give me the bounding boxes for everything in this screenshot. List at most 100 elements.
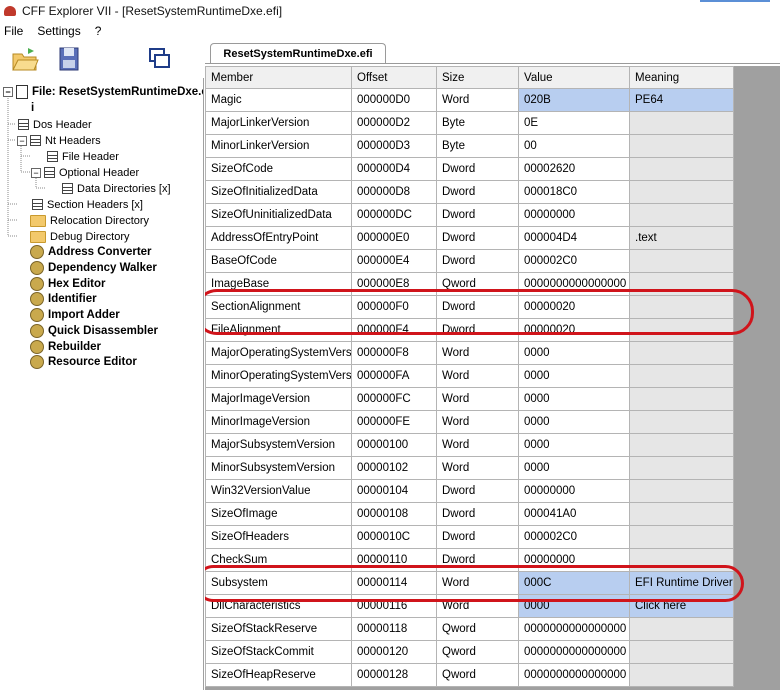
tree-item-section-headers[interactable]: Section Headers [x] — [18, 197, 143, 212]
tool-rebuilder[interactable]: Rebuilder — [30, 339, 101, 354]
table-row[interactable]: FileAlignment 000000F4 Dword 00000020 — [205, 318, 734, 342]
tree-item-nt-headers[interactable]: − Nt Headers — [3, 133, 101, 148]
tool-import-adder[interactable]: Import Adder — [30, 307, 120, 322]
value-cell[interactable]: 020B — [518, 88, 630, 112]
collapse-icon[interactable]: − — [17, 135, 27, 146]
tree-item-optional-header[interactable]: − Optional Header — [31, 165, 139, 180]
table-row[interactable]: Magic 000000D0 Word 020B PE64 — [205, 88, 734, 112]
value-cell[interactable]: 000041A0 — [518, 502, 630, 526]
table-row[interactable]: SizeOfInitializedData 000000D8 Dword 000018… — [205, 180, 734, 204]
value-cell[interactable]: 00 — [518, 134, 630, 158]
value-cell[interactable]: 0000 — [518, 594, 630, 618]
column-header-size[interactable]: Size — [436, 66, 519, 89]
size-cell: Word — [436, 364, 519, 388]
table-row[interactable]: ImageBase 000000E8 Qword 0000000000000000 — [205, 272, 734, 296]
value-cell[interactable]: 000002C0 — [518, 249, 630, 273]
tool-dependency-walker[interactable]: Dependency Walker — [30, 260, 157, 275]
size-cell: Word — [436, 341, 519, 365]
open-folder-icon[interactable] — [10, 44, 40, 74]
value-cell[interactable]: 0000000000000000 — [518, 617, 630, 641]
size-cell: Qword — [436, 663, 519, 687]
tree-item-data-directories[interactable]: Data Directories [x] — [62, 181, 171, 196]
tool-resource-editor[interactable]: Resource Editor — [30, 354, 137, 369]
table-row[interactable]: SizeOfHeapReserve 00000128 Qword 0000000000… — [205, 663, 734, 687]
value-cell[interactable]: 0000 — [518, 387, 630, 411]
tool-hex-editor[interactable]: Hex Editor — [30, 276, 106, 291]
collapse-icon[interactable]: − — [3, 86, 13, 97]
value-cell[interactable]: 0000000000000000 — [518, 663, 630, 687]
table-row[interactable]: MinorLinkerVersion 000000D3 Byte 00 — [205, 134, 734, 158]
header-icon — [62, 183, 73, 194]
value-cell[interactable]: 000002C0 — [518, 525, 630, 549]
value-cell[interactable]: 0000 — [518, 433, 630, 457]
table-row[interactable]: DllCharacteristics 00000116 Word 0000 Click … — [205, 594, 734, 618]
tool-identifier[interactable]: Identifier — [30, 291, 97, 306]
value-cell[interactable]: 0000000000000000 — [518, 272, 630, 296]
collapse-icon[interactable]: − — [31, 167, 41, 178]
table-row[interactable]: MinorImageVersion 000000FE Word 0000 — [205, 410, 734, 434]
column-header-value[interactable]: Value — [518, 66, 630, 89]
menu-file[interactable]: File — [4, 24, 23, 38]
value-cell[interactable]: 000004D4 — [518, 226, 630, 250]
table-row[interactable]: MinorSubsystemVersion 00000102 Word 0000 — [205, 456, 734, 480]
table-row[interactable]: SizeOfCode 000000D4 Dword 00002620 — [205, 157, 734, 181]
table-row[interactable]: SizeOfUninitializedData 000000DC Dword 0000… — [205, 203, 734, 227]
value-cell[interactable]: 00000020 — [518, 318, 630, 342]
menu-settings[interactable]: Settings — [37, 24, 80, 38]
tool-label: Identifier — [48, 292, 97, 305]
table-row[interactable]: MajorOperatingSystemVers... 000000F8 Word 0… — [205, 341, 734, 365]
tree-item-debug-directory[interactable]: Debug Directory — [30, 229, 129, 244]
value-cell[interactable]: 00000020 — [518, 295, 630, 319]
tree-item-relocation-directory[interactable]: Relocation Directory — [30, 213, 149, 228]
window-title: CFF Explorer VII - [ResetSystemRuntimeDx… — [22, 4, 283, 18]
column-header-member[interactable]: Member — [205, 66, 352, 89]
table-row[interactable]: BaseOfCode 000000E4 Dword 000002C0 — [205, 249, 734, 273]
value-cell[interactable]: 0000 — [518, 341, 630, 365]
table-row[interactable]: MinorOperatingSystemVers... 000000FA Word 0… — [205, 364, 734, 388]
value-cell[interactable]: 00002620 — [518, 157, 630, 181]
table-row[interactable]: CheckSum 00000110 Dword 00000000 — [205, 548, 734, 572]
tree-item-file-header[interactable]: File Header — [47, 149, 119, 164]
table-row[interactable]: MajorSubsystemVersion 00000100 Word 0000 — [205, 433, 734, 457]
member-cell: ImageBase — [205, 272, 352, 296]
meaning-cell — [629, 456, 734, 480]
size-cell: Dword — [436, 479, 519, 503]
offset-cell: 000000D2 — [351, 111, 437, 135]
table-row[interactable]: SizeOfImage 00000108 Dword 000041A0 — [205, 502, 734, 526]
gear-icon — [30, 307, 44, 322]
tool-address-converter[interactable]: Address Converter — [30, 244, 152, 259]
header-icon — [44, 167, 55, 178]
size-cell: Dword — [436, 226, 519, 250]
value-cell[interactable]: 000C — [518, 571, 630, 595]
table-row[interactable]: MajorLinkerVersion 000000D2 Byte 0E — [205, 111, 734, 135]
tool-quick-disassembler[interactable]: Quick Disassembler — [30, 323, 158, 338]
table-row[interactable]: Subsystem 00000114 Word 000C EFI Runtime Dri… — [205, 571, 734, 595]
save-disk-icon[interactable] — [54, 44, 84, 74]
table-row[interactable]: SectionAlignment 000000F0 Dword 00000020 — [205, 295, 734, 319]
table-row[interactable]: MajorImageVersion 000000FC Word 0000 — [205, 387, 734, 411]
table-row[interactable]: Win32VersionValue 00000104 Dword 00000000 — [205, 479, 734, 503]
table-row[interactable]: SizeOfStackReserve 00000118 Qword 000000000… — [205, 617, 734, 641]
tree-root-file[interactable]: − File: ResetSystemRuntimeDxe.efi — [3, 84, 203, 99]
column-header-offset[interactable]: Offset — [351, 66, 437, 89]
meaning-cell — [629, 387, 734, 411]
value-cell[interactable]: 0000 — [518, 364, 630, 388]
offset-cell: 000000F8 — [351, 341, 437, 365]
windows-icon[interactable] — [145, 44, 175, 74]
table-row[interactable]: AddressOfEntryPoint 000000E0 Dword 000004D4… — [205, 226, 734, 250]
value-cell[interactable]: 0000 — [518, 456, 630, 480]
table-row[interactable]: SizeOfStackCommit 00000120 Qword 0000000000… — [205, 640, 734, 664]
tab-file[interactable]: ResetSystemRuntimeDxe.efi — [210, 43, 386, 64]
value-cell[interactable]: 0000 — [518, 410, 630, 434]
column-header-meaning[interactable]: Meaning — [629, 66, 734, 89]
value-cell[interactable]: 0000000000000000 — [518, 640, 630, 664]
tree-item-dos-header[interactable]: Dos Header — [18, 117, 92, 132]
value-cell[interactable]: 00000000 — [518, 548, 630, 572]
value-cell[interactable]: 000018C0 — [518, 180, 630, 204]
value-cell[interactable]: 0E — [518, 111, 630, 135]
value-cell[interactable]: 00000000 — [518, 203, 630, 227]
offset-cell: 00000108 — [351, 502, 437, 526]
value-cell[interactable]: 00000000 — [518, 479, 630, 503]
menu-help[interactable]: ? — [95, 24, 102, 38]
table-row[interactable]: SizeOfHeaders 0000010C Dword 000002C0 — [205, 525, 734, 549]
